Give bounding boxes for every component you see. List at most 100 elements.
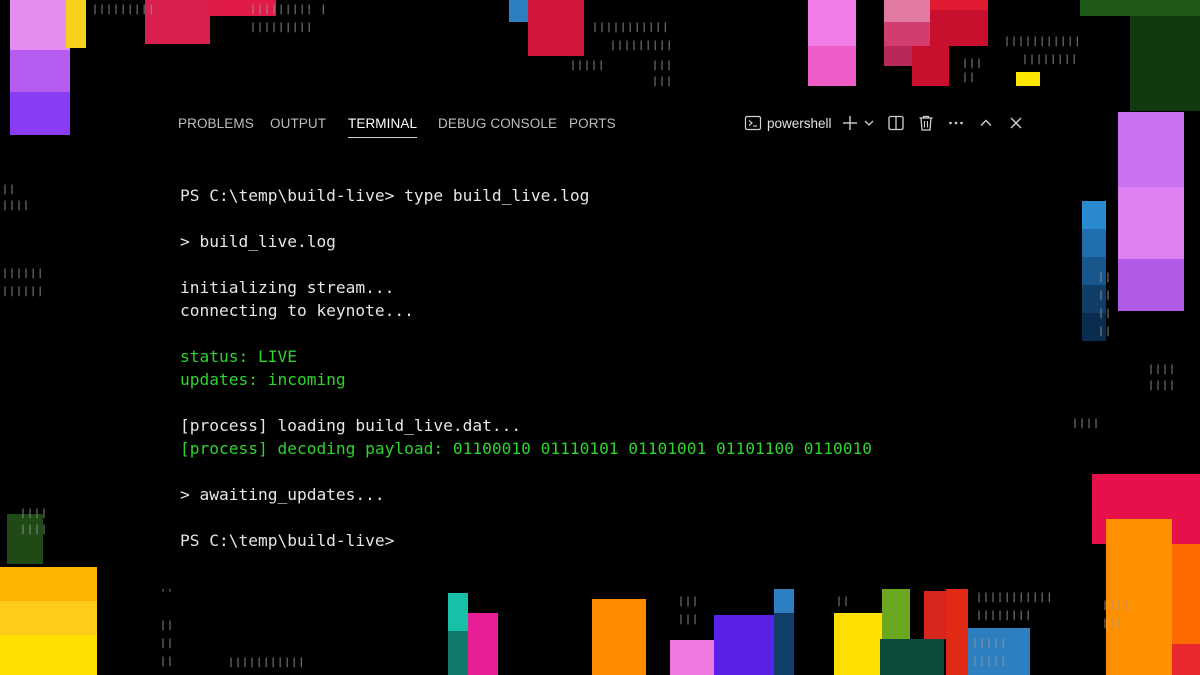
deco-ticks: || xyxy=(160,656,175,667)
deco-block xyxy=(912,46,949,86)
tab-problems[interactable]: PROBLEMS xyxy=(178,116,254,131)
deco-block xyxy=(808,0,856,46)
deco-ticks: ||||| xyxy=(972,638,1008,649)
deco-ticks: |||| xyxy=(1072,418,1101,429)
terminal-icon xyxy=(744,114,762,132)
tab-terminal[interactable]: TERMINAL xyxy=(348,116,418,138)
close-panel-button[interactable] xyxy=(1008,112,1024,134)
deco-block xyxy=(0,601,97,635)
deco-block xyxy=(774,613,794,675)
more-icon xyxy=(947,114,965,132)
deco-ticks: |||||||| xyxy=(1022,54,1079,65)
deco-block xyxy=(1082,229,1106,257)
deco-ticks: ||| xyxy=(652,76,674,87)
terminal-line: [process] decoding payload: 01100010 011… xyxy=(180,439,872,458)
deco-block xyxy=(1130,16,1200,111)
shell-label: powershell xyxy=(767,115,832,131)
close-icon xyxy=(1008,115,1024,131)
deco-block xyxy=(884,0,930,22)
deco-ticks: || xyxy=(836,596,851,607)
terminal-line: status: LIVE xyxy=(180,347,297,366)
deco-block xyxy=(592,599,646,675)
tab-ports[interactable]: PORTS xyxy=(569,116,616,131)
panel-tab-bar: PROBLEMS OUTPUT TERMINAL DEBUG CONSOLE P… xyxy=(140,100,1060,148)
deco-ticks: |||| xyxy=(2,200,31,211)
deco-ticks: ||||||||||| xyxy=(228,657,306,668)
deco-block xyxy=(448,631,468,675)
deco-ticks: ||| xyxy=(678,614,700,625)
deco-block xyxy=(882,589,910,639)
deco-ticks: |||| xyxy=(1102,600,1131,611)
deco-ticks: ||| xyxy=(652,60,674,71)
maximize-panel-button[interactable] xyxy=(978,112,994,134)
deco-ticks: '' xyxy=(160,588,175,599)
deco-ticks: |||||| xyxy=(2,268,45,279)
deco-ticks: || xyxy=(1098,308,1113,319)
deco-block xyxy=(1080,0,1200,16)
deco-ticks: |||| xyxy=(20,508,49,519)
deco-ticks: ||| xyxy=(1102,618,1124,629)
deco-ticks: |||||| xyxy=(2,286,45,297)
new-terminal-button[interactable] xyxy=(841,112,859,134)
launch-profile-button[interactable] xyxy=(863,112,875,134)
deco-ticks: || xyxy=(2,184,17,195)
deco-block xyxy=(0,567,97,601)
deco-ticks: || xyxy=(1098,272,1113,283)
deco-block xyxy=(509,0,529,22)
deco-block xyxy=(930,10,988,46)
deco-ticks: ||||||||||| xyxy=(976,592,1054,603)
kill-terminal-button[interactable] xyxy=(917,112,935,134)
deco-block xyxy=(10,92,70,135)
terminal-panel: PROBLEMS OUTPUT TERMINAL DEBUG CONSOLE P… xyxy=(140,100,1060,570)
maximize-icon xyxy=(978,115,994,131)
terminal-line: connecting to keynote... xyxy=(180,301,414,320)
terminal-line: initializing stream... xyxy=(180,278,395,297)
deco-block xyxy=(1016,72,1040,86)
terminal-line: PS C:\temp\build-live> type build_live.l… xyxy=(180,186,590,205)
deco-ticks: |||||||| xyxy=(976,610,1033,621)
deco-ticks: ||| xyxy=(678,596,700,607)
deco-block xyxy=(1118,112,1184,187)
deco-block xyxy=(774,589,794,613)
deco-block xyxy=(834,613,882,675)
deco-ticks: ||||||||| xyxy=(610,40,674,51)
deco-block xyxy=(448,593,468,631)
split-terminal-button[interactable] xyxy=(887,112,905,134)
deco-block xyxy=(10,0,70,50)
deco-block xyxy=(1172,544,1200,644)
deco-ticks: |||| xyxy=(1148,380,1177,391)
tab-debug-console[interactable]: DEBUG CONSOLE xyxy=(438,116,557,131)
deco-ticks: || xyxy=(962,72,977,83)
deco-block xyxy=(10,50,70,92)
terminal-line: PS C:\temp\build-live> xyxy=(180,531,395,550)
shell-selector[interactable]: powershell xyxy=(744,112,832,134)
terminal-line: > awaiting_updates... xyxy=(180,485,385,504)
deco-ticks: || xyxy=(160,638,175,649)
deco-block xyxy=(66,0,86,48)
tab-output[interactable]: OUTPUT xyxy=(270,116,326,131)
deco-ticks: || xyxy=(1098,290,1113,301)
deco-ticks: ||| xyxy=(962,58,984,69)
deco-ticks: || xyxy=(1098,326,1113,337)
add-icon xyxy=(841,114,859,132)
deco-ticks: ||||| xyxy=(972,656,1008,667)
deco-block xyxy=(468,613,498,675)
terminal-line: updates: incoming xyxy=(180,370,346,389)
deco-ticks: ||||||||| xyxy=(92,4,156,15)
more-actions-button[interactable] xyxy=(947,112,965,134)
deco-block xyxy=(808,46,856,86)
deco-block xyxy=(884,46,912,66)
deco-ticks: |||| xyxy=(20,524,49,535)
deco-block xyxy=(7,514,43,564)
terminal-line: > build_live.log xyxy=(180,232,336,251)
deco-block xyxy=(930,0,988,10)
deco-block xyxy=(528,0,584,56)
deco-block xyxy=(1118,187,1184,259)
terminal-output[interactable]: PS C:\temp\build-live> type build_live.l… xyxy=(180,184,1040,552)
deco-block xyxy=(0,635,97,675)
